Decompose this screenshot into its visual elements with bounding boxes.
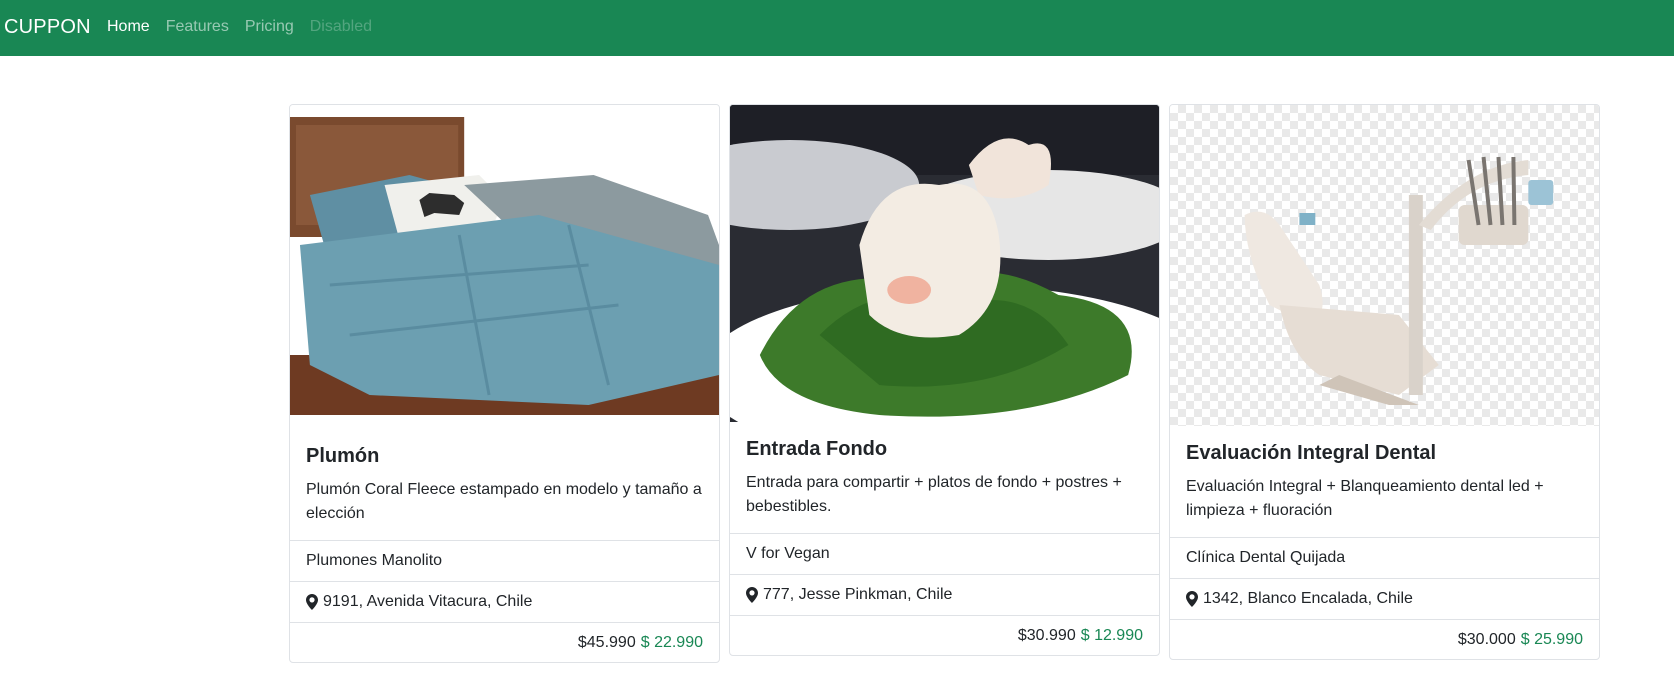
deal-card[interactable]: Plumón Plumón Coral Fleece estampado en …: [289, 104, 720, 663]
card-description: Plumón Coral Fleece estampado en modelo …: [306, 481, 702, 522]
map-pin-icon: [1186, 591, 1198, 607]
deal-card[interactable]: Entrada Fondo Entrada para compartir + p…: [729, 104, 1160, 656]
card-body: Entrada Fondo Entrada para compartir + p…: [730, 422, 1159, 533]
card-title: Plumón: [306, 445, 380, 467]
card-footer: $45.990 $ 22.990: [290, 622, 719, 662]
brand-logo[interactable]: CUPPON: [4, 16, 91, 39]
card-image: [1170, 105, 1599, 426]
card-image: [730, 105, 1159, 422]
store-name: Plumones Manolito: [290, 540, 719, 581]
navbar: CUPPON Home Features Pricing Disabled: [0, 0, 1674, 56]
price-old: $45.990: [577, 633, 636, 651]
card-footer: $30.990 $ 12.990: [730, 615, 1159, 655]
store-name: Clínica Dental Quijada: [1170, 537, 1599, 578]
card-body: Plumón Plumón Coral Fleece estampado en …: [290, 429, 719, 540]
store-name-text: Plumones Manolito: [306, 552, 443, 569]
price-new: $ 12.990: [1080, 626, 1143, 644]
nav-pricing-link[interactable]: Pricing: [245, 18, 294, 36]
price-new: $ 25.990: [1520, 630, 1583, 648]
deal-card[interactable]: Evaluación Integral Dental Evaluación In…: [1169, 104, 1600, 660]
address-text: 777, Jesse Pinkman, Chile: [763, 586, 953, 603]
nav-features-link[interactable]: Features: [166, 18, 229, 36]
card-description: Evaluación Integral + Blanqueamiento den…: [1186, 478, 1544, 519]
address-text: 1342, Blanco Encalada, Chile: [1203, 590, 1413, 607]
store-name: V for Vegan: [730, 533, 1159, 574]
card-footer: $30.000 $ 25.990: [1170, 619, 1599, 659]
card-body: Evaluación Integral Dental Evaluación In…: [1170, 426, 1599, 537]
address-text: 9191, Avenida Vitacura, Chile: [323, 593, 533, 610]
store-name-text: Clínica Dental Quijada: [1186, 549, 1346, 566]
store-address: 1342, Blanco Encalada, Chile: [1170, 578, 1599, 619]
nav-home-link[interactable]: Home: [107, 18, 150, 36]
card-image: [290, 105, 719, 429]
price-old: $30.990: [1017, 626, 1076, 644]
store-address: 777, Jesse Pinkman, Chile: [730, 574, 1159, 615]
store-address: 9191, Avenida Vitacura, Chile: [290, 581, 719, 622]
card-description: Entrada para compartir + platos de fondo…: [746, 474, 1122, 515]
nav-links: Home Features Pricing Disabled: [107, 18, 372, 36]
price-new: $ 22.990: [640, 633, 703, 651]
card-title: Entrada Fondo: [746, 438, 888, 460]
map-pin-icon: [746, 587, 758, 603]
card-title: Evaluación Integral Dental: [1186, 442, 1437, 464]
price-old: $30.000: [1457, 630, 1516, 648]
nav-disabled-link: Disabled: [309, 18, 372, 35]
map-pin-icon: [306, 594, 318, 610]
store-name-text: V for Vegan: [746, 545, 830, 562]
